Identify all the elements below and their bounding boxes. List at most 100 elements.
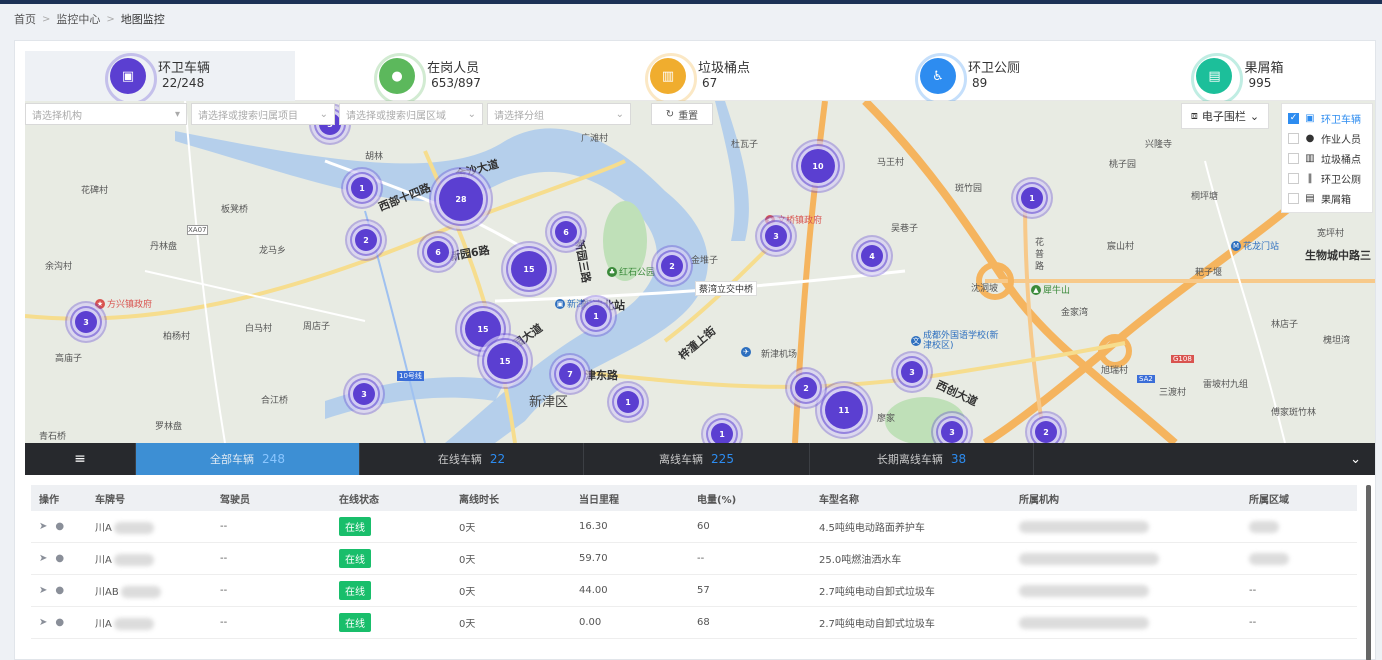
poi-label: 成都外国语学校(新津校区): [923, 331, 999, 351]
vehicle-cluster[interactable]: 1: [1021, 187, 1043, 209]
poi-government[interactable]: ★ 文桥镇政府: [765, 213, 822, 226]
redacted-text: [113, 618, 154, 630]
poi-government[interactable]: ★ 方兴镇政府: [95, 297, 152, 310]
tab-label: 在线车辆: [437, 453, 482, 466]
locate-icon[interactable]: ➤: [39, 617, 47, 628]
area-select[interactable]: 请选择或搜索归属区域 ⌄: [339, 103, 483, 125]
star-icon: ★: [95, 298, 105, 309]
stat-toilets[interactable]: ♿ 环卫公厕 89: [835, 51, 1105, 105]
vehicle-cluster[interactable]: 1: [351, 177, 373, 199]
vehicle-cluster[interactable]: 3: [901, 361, 923, 383]
checkbox[interactable]: [1288, 132, 1299, 144]
tab-label: 离线车辆: [659, 453, 704, 466]
battery: 57: [697, 585, 710, 596]
vehicle-cluster[interactable]: 2: [1035, 421, 1057, 443]
track-icon[interactable]: ●: [55, 553, 64, 564]
layer-vehicles[interactable]: ✓ ▣ 环卫车辆: [1288, 108, 1372, 128]
layer-staff[interactable]: ● 作业人员: [1288, 128, 1372, 148]
vehicle-cluster[interactable]: 3: [75, 311, 97, 333]
stat-trash-bins[interactable]: ▥ 垃圾桶点 67: [565, 51, 835, 105]
vehicle-cluster[interactable]: 1: [711, 423, 733, 443]
vehicle-cluster[interactable]: 2: [355, 229, 377, 251]
tab-long-offline-vehicles[interactable]: 长期离线车辆 38: [810, 443, 1034, 475]
map-view[interactable]: 请选择机构 ▾ 请选择或搜索归属项目 ⌄ 请选择或搜索归属区域 ⌄ 请选择分组 ⌄ ↻ 重…: [25, 101, 1375, 443]
locate-icon[interactable]: ➤: [39, 521, 47, 532]
vehicle-cluster[interactable]: 3: [941, 421, 963, 443]
layer-boxes[interactable]: ▤ 果屑箱: [1288, 188, 1372, 208]
poi-park[interactable]: ♣ 红石公园: [607, 265, 655, 278]
track-icon[interactable]: ●: [55, 585, 64, 596]
map-label: 板凳桥: [221, 205, 249, 215]
org-select[interactable]: 请选择机构 ▾: [25, 103, 187, 125]
vehicle-cluster[interactable]: 2: [661, 255, 683, 277]
stat-label: 垃圾桶点: [697, 61, 750, 76]
vehicle-cluster[interactable]: 28: [439, 177, 483, 221]
chevron-down-icon: ⌄: [319, 108, 328, 120]
track-icon[interactable]: ●: [55, 521, 64, 532]
poi-airport[interactable]: ✈: [741, 347, 751, 357]
stat-staff[interactable]: ● 在岗人员 653/897: [295, 51, 565, 105]
checkbox[interactable]: [1288, 172, 1299, 184]
stat-boxes[interactable]: ▤ 果屑箱 995: [1105, 51, 1375, 105]
table-scrollbar[interactable]: [1366, 485, 1371, 660]
vehicle-cluster[interactable]: 15: [511, 251, 547, 287]
table-row[interactable]: ➤ ● 川AB -- 在线 0天 44.00 57 2.7吨纯电动自卸式垃圾车 -…: [31, 575, 1357, 607]
tab-all-vehicles[interactable]: 全部车辆 248: [136, 443, 360, 475]
vehicle-model: 25.0吨燃油洒水车: [819, 555, 902, 566]
map-label: 青石桥: [39, 432, 67, 442]
tab-count: 22: [489, 452, 506, 466]
project-select[interactable]: 请选择或搜索归属项目 ⌄: [191, 103, 335, 125]
vehicle-cluster[interactable]: 6: [555, 221, 577, 243]
toilet-icon: ♿: [914, 53, 967, 105]
stat-vehicles[interactable]: ▣ 环卫车辆 22/248: [25, 51, 295, 105]
map-label: 兴隆寺: [1145, 140, 1173, 150]
locate-icon[interactable]: ➤: [39, 585, 47, 596]
locate-icon[interactable]: ➤: [39, 553, 47, 564]
vehicle-cluster[interactable]: 15: [487, 343, 523, 379]
driver: --: [220, 585, 228, 596]
mileage: 0.00: [579, 617, 602, 628]
road-label: 津东路: [585, 369, 618, 382]
vehicle-cluster[interactable]: 7: [559, 363, 581, 385]
vehicle-cluster[interactable]: 6: [427, 241, 449, 263]
tab-online-vehicles[interactable]: 在线车辆 22: [360, 443, 584, 475]
table-row[interactable]: ➤ ● 川A -- 在线 0天 0.00 68 2.7吨纯电动自卸式垃圾车 --: [31, 607, 1357, 639]
electronic-fence-button[interactable]: ⧈ 电子围栏 ⌄: [1181, 103, 1269, 129]
breadcrumb-monitor[interactable]: 监控中心: [56, 11, 100, 27]
poi-bridge[interactable]: 蔡湾立交中桥: [695, 281, 758, 296]
track-icon[interactable]: ●: [55, 617, 64, 628]
train-icon: ▣: [555, 298, 565, 309]
breadcrumb-home[interactable]: 首页: [14, 11, 36, 27]
vehicle-cluster[interactable]: 3: [765, 225, 787, 247]
plate-number: 川A: [95, 523, 112, 534]
group-select[interactable]: 请选择分组 ⌄: [487, 103, 631, 125]
checkbox[interactable]: [1288, 152, 1299, 164]
vehicle-cluster[interactable]: 1: [585, 305, 607, 327]
layer-toilets[interactable]: ‖ 环卫公厕: [1288, 168, 1372, 188]
reset-button[interactable]: ↻ 重置: [651, 103, 713, 125]
poi-school[interactable]: 文成都外国语学校(新津校区): [911, 331, 1003, 351]
vehicle-cluster[interactable]: 15: [465, 311, 501, 347]
map-label: 10号线: [397, 371, 424, 381]
plate-number: 川A: [95, 619, 112, 630]
checkbox-checked[interactable]: ✓: [1288, 112, 1299, 124]
vehicle-cluster[interactable]: 10: [801, 149, 835, 183]
vehicle-cluster[interactable]: 3: [353, 383, 375, 405]
table-row[interactable]: ➤ ● 川A -- 在线 0天 59.70 -- 25.0吨燃油洒水车: [31, 543, 1357, 575]
vehicle-cluster[interactable]: 2: [795, 377, 817, 399]
layer-trash-bins[interactable]: ▥ 垃圾桶点: [1288, 148, 1372, 168]
vehicle-cluster[interactable]: 11: [825, 391, 863, 429]
poi-mountain[interactable]: ▲ 犀牛山: [1031, 283, 1070, 296]
map-label: 龙马乡: [259, 246, 287, 256]
vehicle-cluster[interactable]: 4: [861, 245, 883, 267]
poi-label: 花龙门站: [1243, 242, 1280, 252]
menu-icon[interactable]: ≡: [25, 443, 136, 475]
tab-offline-vehicles[interactable]: 离线车辆 225: [584, 443, 810, 475]
chevron-down-icon[interactable]: ⌄: [1034, 443, 1375, 475]
table-row[interactable]: ➤ ● 川A -- 在线 0天 16.30 60 4.5吨纯电动路面养护车: [31, 511, 1357, 543]
tab-count: 225: [711, 452, 734, 466]
vehicle-cluster[interactable]: 1: [617, 391, 639, 413]
poi-station[interactable]: M 花龙门站: [1231, 239, 1279, 252]
checkbox[interactable]: [1288, 192, 1299, 204]
col-header: 离线时长: [459, 494, 499, 506]
